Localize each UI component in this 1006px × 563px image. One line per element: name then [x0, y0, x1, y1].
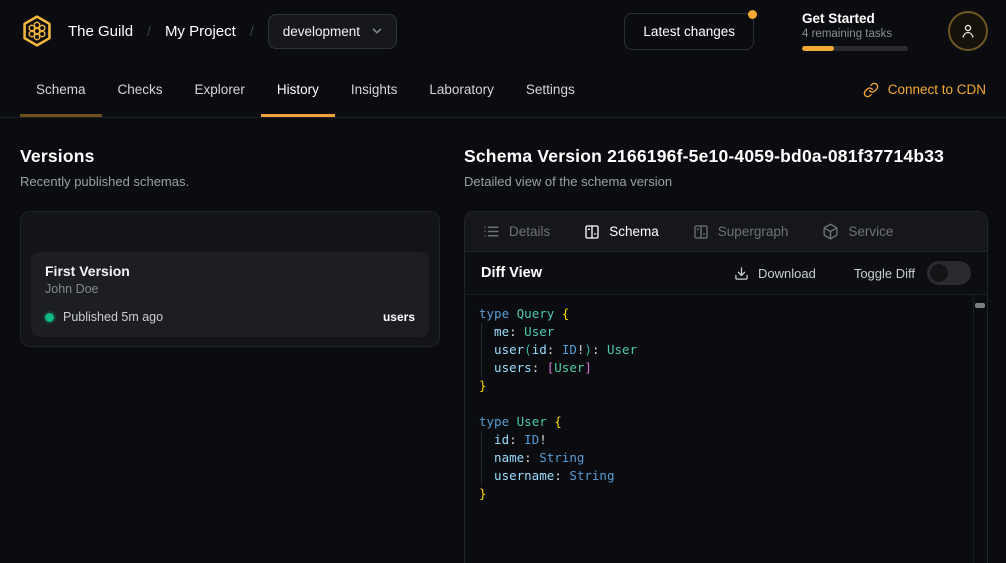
- app-window: The Guild / My Project / development Lat…: [0, 0, 1006, 563]
- indent-guide: [481, 431, 482, 485]
- schema-version-subtitle: Detailed view of the schema version: [464, 174, 988, 189]
- versions-title: Versions: [20, 146, 440, 167]
- get-started-widget[interactable]: Get Started 4 remaining tasks: [802, 11, 908, 51]
- schema-version-title: Schema Version 2166196f-5e10-4059-bd0a-0…: [464, 146, 988, 167]
- toggle-diff-switch[interactable]: [927, 261, 971, 285]
- toggle-diff-label: Toggle Diff: [854, 266, 915, 281]
- version-name: First Version: [45, 263, 415, 279]
- detail-tab-supergraph[interactable]: Supergraph: [693, 224, 789, 240]
- chevron-down-icon: [370, 24, 384, 38]
- user-menu-button[interactable]: [948, 11, 988, 51]
- schema-version-panel: Schema Version 2166196f-5e10-4059-bd0a-0…: [464, 146, 988, 563]
- get-started-progressbar: [802, 46, 908, 51]
- get-started-progress-fill: [802, 46, 834, 51]
- nav-tab-schema[interactable]: Schema: [20, 62, 102, 117]
- latest-changes-label: Latest changes: [643, 24, 735, 39]
- detail-tab-details[interactable]: Details: [483, 223, 550, 240]
- hive-logo-icon[interactable]: [20, 14, 54, 48]
- get-started-title: Get Started: [802, 11, 908, 26]
- nav-tab-laboratory[interactable]: Laboratory: [413, 62, 510, 117]
- nav-tab-insights[interactable]: Insights: [335, 62, 414, 117]
- code-line: }: [479, 485, 963, 503]
- main-nav-tabs: SchemaChecksExplorerHistoryInsightsLabor…: [20, 62, 591, 117]
- indent-guide: [481, 323, 482, 377]
- columns-icon: [584, 224, 600, 240]
- code-line: id: ID!: [479, 431, 963, 449]
- nav-tab-explorer[interactable]: Explorer: [179, 62, 261, 117]
- code-line: users: [User]: [479, 359, 963, 377]
- columns-icon: [693, 224, 709, 240]
- breadcrumb-org[interactable]: The Guild: [68, 23, 133, 40]
- connect-cdn-link[interactable]: Connect to CDN: [863, 62, 986, 117]
- version-author: John Doe: [45, 282, 415, 296]
- code-line: }: [479, 377, 963, 395]
- detail-tab-service[interactable]: Service: [822, 223, 893, 240]
- code-line: name: String: [479, 449, 963, 467]
- latest-changes-button[interactable]: Latest changes: [624, 13, 754, 50]
- schema-detail-card: Details Schema Supergraph Service Diff View…: [464, 211, 988, 563]
- diff-view-header: Diff View Download Toggle Diff: [465, 252, 987, 295]
- target-selector[interactable]: development: [268, 14, 397, 49]
- detail-tab-label: Schema: [609, 224, 659, 239]
- versions-card: First Version John Doe Published 5m ago …: [20, 211, 440, 347]
- version-status-label: Published 5m ago: [63, 310, 163, 324]
- user-icon: [959, 22, 977, 40]
- nav-tab-history[interactable]: History: [261, 62, 335, 117]
- detail-tab-label: Details: [509, 224, 550, 239]
- nav-tab-settings[interactable]: Settings: [510, 62, 591, 117]
- main-content: Versions Recently published schemas. Fir…: [0, 118, 1006, 563]
- diff-actions: Download Toggle Diff: [734, 261, 971, 285]
- list-icon: [483, 223, 500, 240]
- code-line: type User {: [479, 413, 963, 431]
- download-label: Download: [758, 266, 816, 281]
- version-status: Published 5m ago: [45, 310, 163, 324]
- nav-tab-checks[interactable]: Checks: [102, 62, 179, 117]
- code-line: me: User: [479, 323, 963, 341]
- breadcrumb-project[interactable]: My Project: [165, 23, 236, 40]
- service-badge: users: [383, 310, 415, 324]
- notification-dot: [748, 10, 757, 19]
- target-selector-value: development: [283, 24, 360, 39]
- diff-view-title: Diff View: [481, 265, 542, 281]
- detail-tab-schema[interactable]: Schema: [584, 224, 659, 240]
- download-icon: [734, 266, 749, 281]
- published-status-dot: [45, 313, 54, 322]
- top-header: The Guild / My Project / development Lat…: [0, 0, 1006, 62]
- versions-subtitle: Recently published schemas.: [20, 174, 440, 189]
- main-nav: SchemaChecksExplorerHistoryInsightsLabor…: [0, 62, 1006, 118]
- get-started-subtitle: 4 remaining tasks: [802, 28, 908, 40]
- cube-icon: [822, 223, 839, 240]
- download-button[interactable]: Download: [734, 266, 816, 281]
- code-line: user(id: ID!): User: [479, 341, 963, 359]
- scrollbar-thumb[interactable]: [975, 303, 985, 308]
- schema-code-viewer[interactable]: type Query { me: User user(id: ID!): Use…: [465, 295, 987, 563]
- code-line: [479, 395, 963, 413]
- detail-tab-label: Service: [848, 224, 893, 239]
- version-meta-row: Published 5m ago users: [45, 310, 415, 324]
- breadcrumb-separator: /: [147, 23, 151, 39]
- detail-tab-label: Supergraph: [718, 224, 789, 239]
- connect-cdn-label: Connect to CDN: [888, 82, 986, 97]
- vertical-scrollbar[interactable]: [973, 295, 987, 563]
- detail-tabs: Details Schema Supergraph Service: [465, 212, 987, 252]
- code-lines: type Query { me: User user(id: ID!): Use…: [479, 305, 963, 503]
- link-icon: [863, 82, 879, 98]
- code-line: type Query {: [479, 305, 963, 323]
- versions-panel: Versions Recently published schemas. Fir…: [20, 146, 440, 563]
- breadcrumb-separator: /: [250, 23, 254, 39]
- version-list-item[interactable]: First Version John Doe Published 5m ago …: [31, 252, 429, 337]
- code-line: username: String: [479, 467, 963, 485]
- breadcrumb: The Guild / My Project / development: [68, 14, 397, 49]
- switch-knob: [930, 264, 948, 282]
